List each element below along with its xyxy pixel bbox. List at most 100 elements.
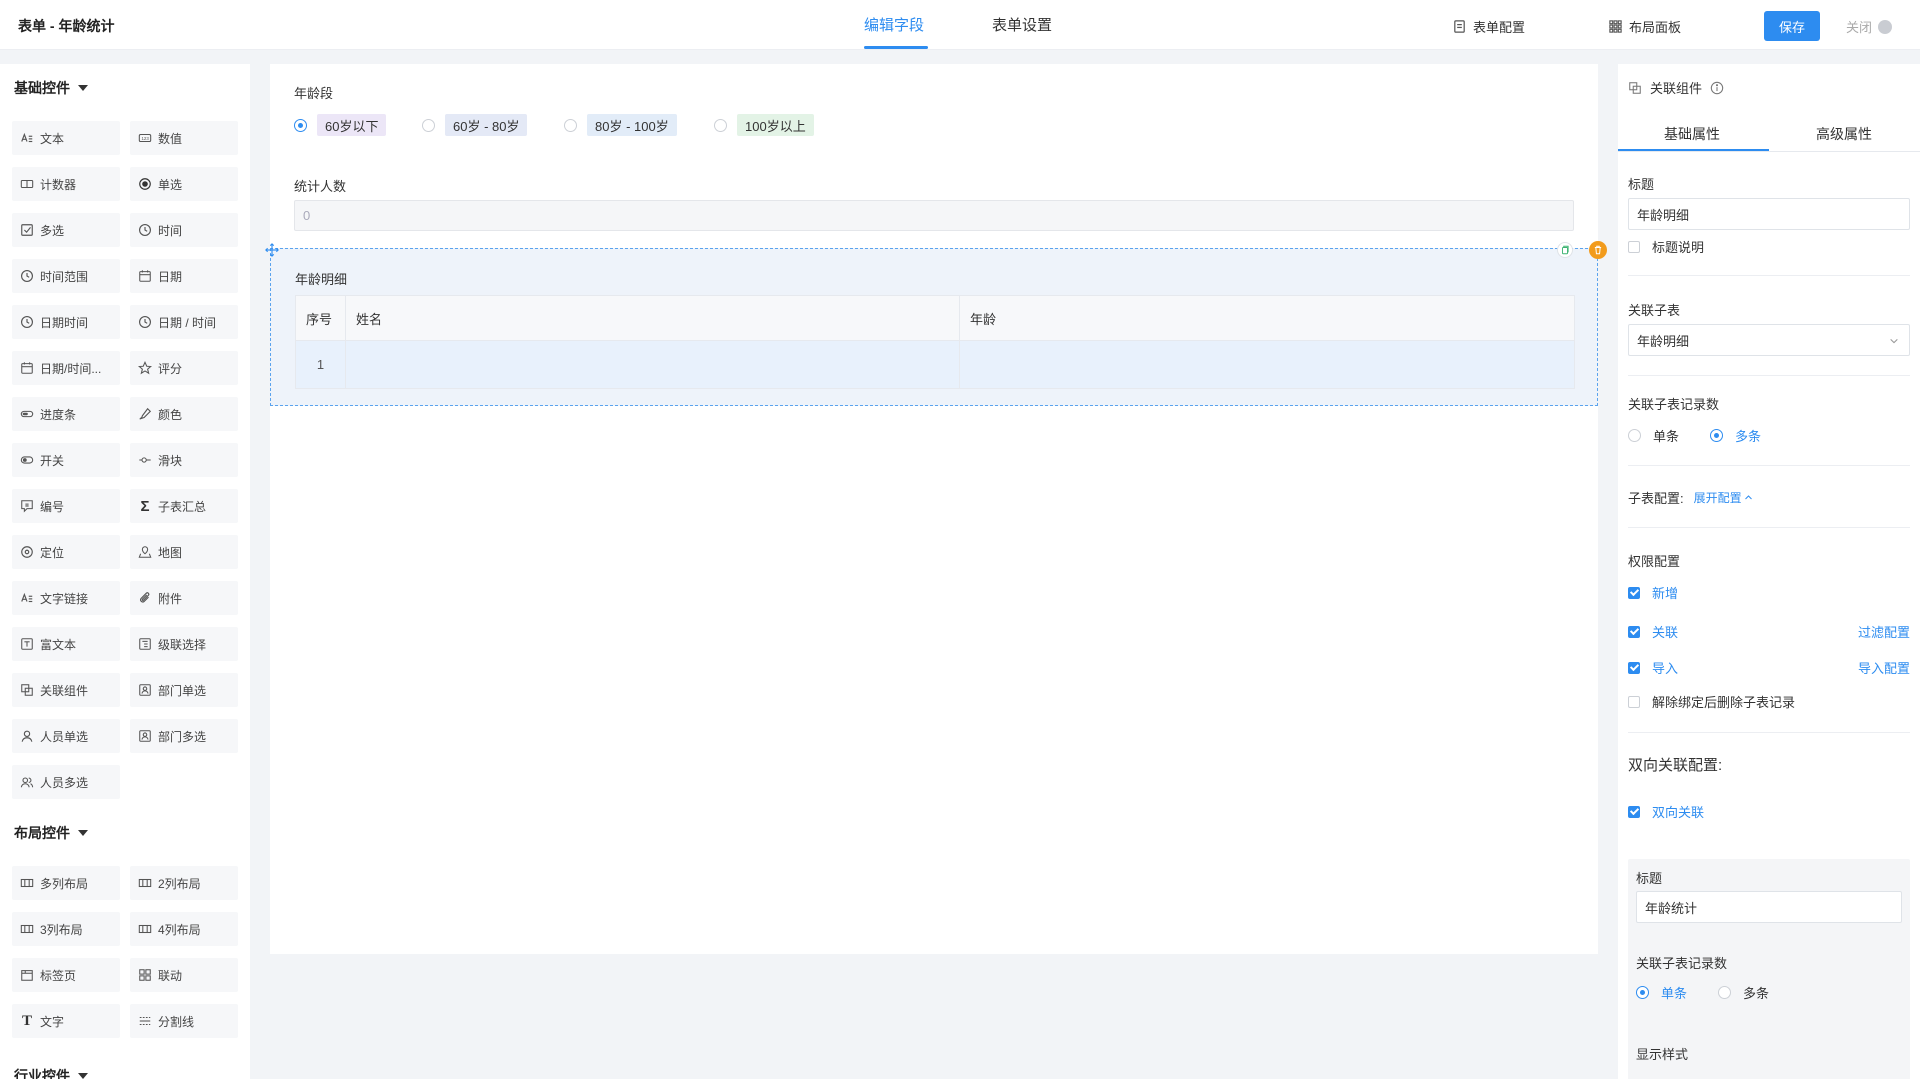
palette-item-label: 部门多选 bbox=[158, 729, 207, 744]
age-option-radio[interactable]: 80岁 - 100岁 bbox=[564, 114, 677, 136]
palette-item[interactable]: 日期/时间... bbox=[12, 351, 120, 385]
inner-record-single-radio[interactable]: 单条 bbox=[1636, 983, 1687, 1002]
palette-item[interactable]: 人员单选 bbox=[12, 719, 120, 753]
palette-item-label: 4列布局 bbox=[158, 922, 201, 937]
age-cell[interactable] bbox=[960, 341, 1574, 388]
layout-panel-button[interactable]: 布局面板 bbox=[1608, 17, 1681, 36]
palette-item[interactable]: 关联组件 bbox=[12, 673, 120, 707]
perm-add-checkbox[interactable]: 新增 bbox=[1628, 583, 1678, 602]
palette-item[interactable]: 日期 bbox=[130, 259, 238, 293]
age-option-radio[interactable]: 60岁 - 80岁 bbox=[422, 114, 528, 136]
palette-item[interactable]: 计数器 bbox=[12, 167, 120, 201]
palette-item-label: 多列布局 bbox=[40, 876, 89, 891]
tab-form-settings[interactable]: 表单设置 bbox=[992, 14, 1052, 35]
table-row[interactable]: 1 bbox=[295, 341, 1575, 389]
palette-item[interactable]: 进度条 bbox=[12, 397, 120, 431]
palette-item[interactable]: 评分 bbox=[130, 351, 238, 385]
palette-item[interactable]: 联动 bbox=[130, 958, 238, 992]
palette-item[interactable]: 文字链接 bbox=[12, 581, 120, 615]
palette-item[interactable]: 标签页 bbox=[12, 958, 120, 992]
tab-basic-properties[interactable]: 基础属性 bbox=[1664, 124, 1720, 144]
palette-item[interactable]: 编号 bbox=[12, 489, 120, 523]
bidirectional-config-box: 标题 年龄统计 关联子表记录数 单条 多条 显示样式 bbox=[1628, 859, 1910, 1079]
inner-title-input[interactable]: 年龄统计 bbox=[1636, 891, 1902, 923]
form-config-icon bbox=[1454, 20, 1465, 33]
permission-label: 权限配置 bbox=[1628, 554, 1681, 569]
record-single-radio[interactable]: 单条 bbox=[1628, 426, 1679, 445]
name-cell[interactable] bbox=[346, 341, 960, 388]
palette-item[interactable]: Σ 子表汇总 bbox=[130, 489, 238, 523]
palette-item[interactable]: 人员多选 bbox=[12, 765, 120, 799]
title-desc-checkbox[interactable]: 标题说明 bbox=[1628, 237, 1704, 256]
chevron-up-icon[interactable] bbox=[1744, 493, 1753, 502]
inner-record-single-label: 单条 bbox=[1661, 986, 1688, 1001]
basic-controls-header[interactable]: 基础控件 bbox=[14, 78, 88, 98]
palette-item[interactable]: 2列布局 bbox=[130, 866, 238, 900]
palette-item[interactable]: 地图 bbox=[130, 535, 238, 569]
palette-item[interactable]: 3列布局 bbox=[12, 912, 120, 946]
perm-link-label: 关联 bbox=[1652, 625, 1679, 640]
radio-checked-icon bbox=[1636, 986, 1649, 999]
delete-button[interactable] bbox=[1589, 241, 1607, 259]
palette-item[interactable]: 附件 bbox=[130, 581, 238, 615]
perm-link-checkbox[interactable]: 关联 bbox=[1628, 622, 1678, 641]
palette-item[interactable]: 富文本 bbox=[12, 627, 120, 661]
calendar-icon bbox=[138, 269, 152, 283]
tab-advanced-properties[interactable]: 高级属性 bbox=[1816, 124, 1872, 144]
count-input[interactable]: 0 bbox=[294, 200, 1574, 231]
layout-controls-header[interactable]: 布局控件 bbox=[14, 823, 88, 843]
palette-item[interactable]: 单选 bbox=[130, 167, 238, 201]
radio-icon bbox=[1718, 986, 1731, 999]
age-option-tag: 100岁以上 bbox=[737, 114, 814, 136]
copy-button[interactable] bbox=[1557, 242, 1573, 258]
expand-config-link[interactable]: 展开配置 bbox=[1694, 489, 1742, 506]
divider bbox=[1628, 465, 1910, 466]
palette-item[interactable]: 日期时间 bbox=[12, 305, 120, 339]
palette-item[interactable]: 多选 bbox=[12, 213, 120, 247]
palette-item[interactable]: 部门多选 bbox=[130, 719, 238, 753]
palette-item[interactable]: 多列布局 bbox=[12, 866, 120, 900]
info-icon[interactable] bbox=[1710, 81, 1724, 95]
save-button[interactable]: 保存 bbox=[1764, 11, 1820, 41]
age-option-radio[interactable]: 60岁以下 bbox=[294, 114, 387, 136]
palette-item[interactable]: 时间范围 bbox=[12, 259, 120, 293]
divider bbox=[1628, 275, 1910, 276]
palette-item[interactable]: 123 数值 bbox=[130, 121, 238, 155]
palette-item-label: 联动 bbox=[158, 968, 183, 983]
palette-item-label: 地图 bbox=[158, 545, 183, 560]
record-multi-radio[interactable]: 多条 bbox=[1710, 426, 1761, 445]
move-icon[interactable] bbox=[265, 243, 279, 257]
perm-import-checkbox[interactable]: 导入 bbox=[1628, 658, 1678, 677]
inner-record-multi-radio[interactable]: 多条 bbox=[1718, 983, 1769, 1002]
palette-item[interactable]: 分割线 bbox=[130, 1004, 238, 1038]
palette-item[interactable]: 部门单选 bbox=[130, 673, 238, 707]
perm-unbind-checkbox[interactable]: 解除绑定后删除子表记录 bbox=[1628, 692, 1795, 711]
clock-icon bbox=[20, 315, 34, 329]
filter-config-link[interactable]: 过滤配置 bbox=[1858, 622, 1910, 641]
palette-item[interactable]: 滑块 bbox=[130, 443, 238, 477]
close-toggle[interactable]: 关闭 bbox=[1846, 17, 1893, 36]
property-panel-header: 关联组件 bbox=[1628, 78, 1724, 97]
palette-item[interactable]: 日期 / 时间 bbox=[130, 305, 238, 339]
form-config-button[interactable]: 表单配置 bbox=[1452, 17, 1525, 36]
industry-controls-header[interactable]: 行业控件 bbox=[14, 1066, 88, 1079]
subform-block[interactable]: 年龄明细 序号 姓名 年龄 1 bbox=[265, 241, 1607, 406]
close-label: 关闭 bbox=[1846, 20, 1873, 35]
palette-item[interactable]: 开关 bbox=[12, 443, 120, 477]
divider bbox=[1628, 527, 1910, 528]
palette-item[interactable]: T 文字 bbox=[12, 1004, 120, 1038]
tab-edit-fields[interactable]: 编辑字段 bbox=[864, 14, 924, 35]
palette-item[interactable]: 定位 bbox=[12, 535, 120, 569]
palette-item[interactable]: 时间 bbox=[130, 213, 238, 247]
title-input[interactable]: 年龄明细 bbox=[1628, 198, 1910, 230]
age-option-radio[interactable]: 100岁以上 bbox=[714, 114, 814, 136]
import-config-link[interactable]: 导入配置 bbox=[1858, 658, 1910, 677]
text-icon bbox=[20, 131, 34, 145]
palette-item[interactable]: 文本 bbox=[12, 121, 120, 155]
bidirectional-checkbox[interactable]: 双向关联 bbox=[1628, 802, 1704, 821]
palette-item[interactable]: 颜色 bbox=[130, 397, 238, 431]
palette-item[interactable]: 级联选择 bbox=[130, 627, 238, 661]
linked-table-select[interactable]: 年龄明细 bbox=[1628, 324, 1910, 356]
department-icon bbox=[138, 683, 152, 697]
palette-item[interactable]: 4列布局 bbox=[130, 912, 238, 946]
